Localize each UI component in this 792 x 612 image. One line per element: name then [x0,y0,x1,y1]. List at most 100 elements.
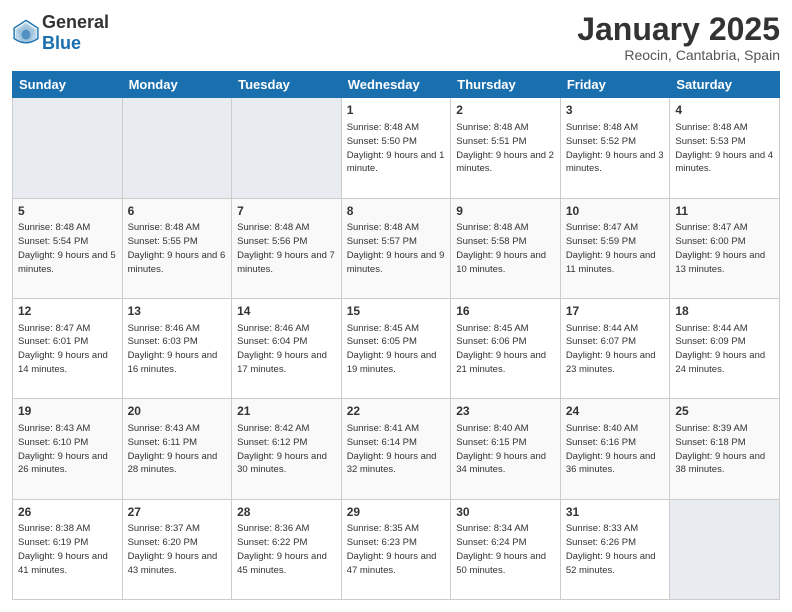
day-info: Sunrise: 8:47 AMSunset: 6:01 PMDaylight:… [18,322,117,377]
calendar-cell: 15Sunrise: 8:45 AMSunset: 6:05 PMDayligh… [341,298,451,398]
day-number: 6 [128,203,227,220]
calendar-week-5: 26Sunrise: 8:38 AMSunset: 6:19 PMDayligh… [13,499,780,599]
day-number: 15 [347,303,446,320]
calendar-cell: 11Sunrise: 8:47 AMSunset: 6:00 PMDayligh… [670,198,780,298]
day-number: 1 [347,102,446,119]
calendar-cell: 1 Sunrise: 8:48 AMSunset: 5:50 PMDaylight… [341,98,451,198]
day-number: 18 [675,303,774,320]
calendar-cell: 3Sunrise: 8:48 AMSunset: 5:52 PMDaylight… [560,98,670,198]
day-number: 13 [128,303,227,320]
day-info: Sunrise: 8:45 AMSunset: 6:06 PMDaylight:… [456,322,555,377]
calendar-cell: 9Sunrise: 8:48 AMSunset: 5:58 PMDaylight… [451,198,561,298]
day-info: Sunrise: 8:48 AMSunset: 5:54 PMDaylight:… [18,221,117,276]
calendar-cell: 10Sunrise: 8:47 AMSunset: 5:59 PMDayligh… [560,198,670,298]
title-section: January 2025 Reocin, Cantabria, Spain [577,12,780,63]
day-info: Sunrise: 8:48 AMSunset: 5:58 PMDaylight:… [456,221,555,276]
calendar-cell: 25Sunrise: 8:39 AMSunset: 6:18 PMDayligh… [670,399,780,499]
calendar-title: January 2025 [577,12,780,47]
col-thursday: Thursday [451,72,561,98]
day-info: Sunrise: 8:48 AMSunset: 5:56 PMDaylight:… [237,221,336,276]
day-number: 26 [18,504,117,521]
page: General Blue January 2025 Reocin, Cantab… [0,0,792,612]
calendar-cell: 17Sunrise: 8:44 AMSunset: 6:07 PMDayligh… [560,298,670,398]
calendar-cell: 7Sunrise: 8:48 AMSunset: 5:56 PMDaylight… [232,198,342,298]
col-tuesday: Tuesday [232,72,342,98]
col-saturday: Saturday [670,72,780,98]
day-number: 23 [456,403,555,420]
day-number: 9 [456,203,555,220]
day-info: Sunrise: 8:35 AMSunset: 6:23 PMDaylight:… [347,522,446,577]
col-wednesday: Wednesday [341,72,451,98]
calendar-week-3: 12 Sunrise: 8:47 AMSunset: 6:01 PMDayligh… [13,298,780,398]
calendar-week-1: 1 Sunrise: 8:48 AMSunset: 5:50 PMDaylight… [13,98,780,198]
day-number: 28 [237,504,336,521]
logo-blue: Blue [42,33,81,53]
calendar-cell: 27Sunrise: 8:37 AMSunset: 6:20 PMDayligh… [122,499,232,599]
day-info: Sunrise: 8:34 AMSunset: 6:24 PMDaylight:… [456,522,555,577]
day-number: 5 [18,203,117,220]
logo: General Blue [12,12,109,54]
col-sunday: Sunday [13,72,123,98]
day-info: Sunrise: 8:48 AMSunset: 5:50 PMDaylight:… [347,121,446,176]
day-number: 7 [237,203,336,220]
day-number: 19 [18,403,117,420]
calendar-cell: 13Sunrise: 8:46 AMSunset: 6:03 PMDayligh… [122,298,232,398]
day-info: Sunrise: 8:48 AMSunset: 5:52 PMDaylight:… [566,121,665,176]
day-number: 4 [675,102,774,119]
day-number: 21 [237,403,336,420]
calendar-cell [232,98,342,198]
calendar-week-4: 19 Sunrise: 8:43 AMSunset: 6:10 PMDayligh… [13,399,780,499]
calendar-cell: 24 Sunrise: 8:40 AMSunset: 6:16 PMDayligh… [560,399,670,499]
calendar-week-2: 5Sunrise: 8:48 AMSunset: 5:54 PMDaylight… [13,198,780,298]
day-info: Sunrise: 8:37 AMSunset: 6:20 PMDaylight:… [128,522,227,577]
day-info: Sunrise: 8:38 AMSunset: 6:19 PMDaylight:… [18,522,117,577]
day-info: Sunrise: 8:33 AMSunset: 6:26 PMDaylight:… [566,522,665,577]
day-number: 22 [347,403,446,420]
day-info: Sunrise: 8:44 AMSunset: 6:07 PMDaylight:… [566,322,665,377]
day-number: 16 [456,303,555,320]
calendar-table: Sunday Monday Tuesday Wednesday Thursday… [12,71,780,600]
calendar-cell: 4Sunrise: 8:48 AMSunset: 5:53 PMDaylight… [670,98,780,198]
calendar-cell: 2Sunrise: 8:48 AMSunset: 5:51 PMDaylight… [451,98,561,198]
calendar-cell: 28Sunrise: 8:36 AMSunset: 6:22 PMDayligh… [232,499,342,599]
day-number: 8 [347,203,446,220]
day-info: Sunrise: 8:44 AMSunset: 6:09 PMDaylight:… [675,322,774,377]
day-info: Sunrise: 8:47 AMSunset: 5:59 PMDaylight:… [566,221,665,276]
calendar-cell: 14Sunrise: 8:46 AMSunset: 6:04 PMDayligh… [232,298,342,398]
day-info: Sunrise: 8:43 AMSunset: 6:11 PMDaylight:… [128,422,227,477]
calendar-cell: 16 Sunrise: 8:45 AMSunset: 6:06 PMDayligh… [451,298,561,398]
header: General Blue January 2025 Reocin, Cantab… [12,12,780,63]
col-friday: Friday [560,72,670,98]
calendar-cell [122,98,232,198]
calendar-cell: 12 Sunrise: 8:47 AMSunset: 6:01 PMDayligh… [13,298,123,398]
logo-general: General [42,12,109,32]
day-number: 11 [675,203,774,220]
logo-icon [12,19,40,47]
day-info: Sunrise: 8:48 AMSunset: 5:57 PMDaylight:… [347,221,446,276]
day-number: 27 [128,504,227,521]
calendar-cell: 26Sunrise: 8:38 AMSunset: 6:19 PMDayligh… [13,499,123,599]
calendar-cell: 18 Sunrise: 8:44 AMSunset: 6:09 PMDayligh… [670,298,780,398]
day-number: 10 [566,203,665,220]
calendar-cell: 31Sunrise: 8:33 AMSunset: 6:26 PMDayligh… [560,499,670,599]
day-number: 29 [347,504,446,521]
day-info: Sunrise: 8:47 AMSunset: 6:00 PMDaylight:… [675,221,774,276]
day-number: 12 [18,303,117,320]
calendar-cell: 22 Sunrise: 8:41 AMSunset: 6:14 PMDayligh… [341,399,451,499]
calendar-cell [13,98,123,198]
day-info: Sunrise: 8:48 AMSunset: 5:51 PMDaylight:… [456,121,555,176]
calendar-cell: 29Sunrise: 8:35 AMSunset: 6:23 PMDayligh… [341,499,451,599]
calendar-cell: 21Sunrise: 8:42 AMSunset: 6:12 PMDayligh… [232,399,342,499]
calendar-cell: 23 Sunrise: 8:40 AMSunset: 6:15 PMDayligh… [451,399,561,499]
calendar-cell [670,499,780,599]
day-info: Sunrise: 8:40 AMSunset: 6:15 PMDaylight:… [456,422,555,477]
day-number: 24 [566,403,665,420]
day-info: Sunrise: 8:43 AMSunset: 6:10 PMDaylight:… [18,422,117,477]
day-info: Sunrise: 8:48 AMSunset: 5:55 PMDaylight:… [128,221,227,276]
day-info: Sunrise: 8:40 AMSunset: 6:16 PMDaylight:… [566,422,665,477]
day-info: Sunrise: 8:41 AMSunset: 6:14 PMDaylight:… [347,422,446,477]
col-monday: Monday [122,72,232,98]
day-number: 20 [128,403,227,420]
day-number: 31 [566,504,665,521]
calendar-cell: 6Sunrise: 8:48 AMSunset: 5:55 PMDaylight… [122,198,232,298]
